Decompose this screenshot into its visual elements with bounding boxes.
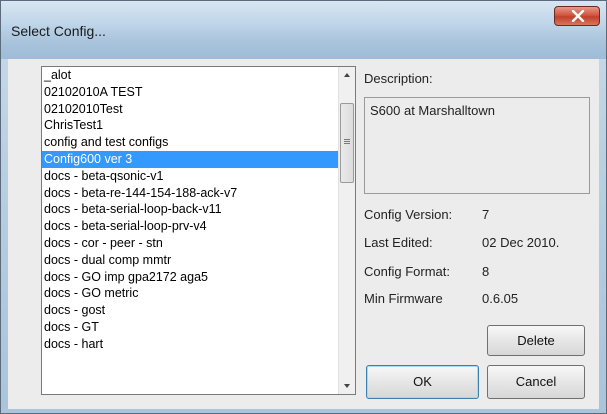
list-item[interactable]: docs - gost xyxy=(42,302,338,319)
delete-button[interactable]: Delete xyxy=(487,325,585,356)
ok-button[interactable]: OK xyxy=(366,365,479,399)
scroll-thumb[interactable] xyxy=(340,103,354,183)
list-item[interactable]: docs - dual comp mmtr xyxy=(42,252,338,269)
list-item[interactable]: docs - GO metric xyxy=(42,285,338,302)
vertical-scrollbar[interactable] xyxy=(338,67,355,394)
description-value: S600 at Marshalltown xyxy=(370,103,496,118)
list-item[interactable]: ChrisTest1 xyxy=(42,117,338,134)
min-firmware-label: Min Firmware xyxy=(364,291,443,306)
description-field: S600 at Marshalltown xyxy=(364,97,590,194)
description-label: Description: xyxy=(364,71,433,86)
select-config-dialog: Select Config... _alot 02102010A TEST 0210… xyxy=(0,0,607,414)
last-edited-label: Last Edited: xyxy=(364,235,433,250)
last-edited-value: 02 Dec 2010. xyxy=(482,235,560,250)
config-format-label: Config Format: xyxy=(364,264,450,279)
list-item[interactable]: docs - hart xyxy=(42,336,338,353)
list-item[interactable]: docs - beta-qsonic-v1 xyxy=(42,168,338,185)
scroll-down-arrow[interactable] xyxy=(339,377,355,394)
min-firmware-value: 0.6.05 xyxy=(482,291,519,306)
list-item[interactable]: docs - GO imp gpa2172 aga5 xyxy=(42,269,338,286)
list-item[interactable]: Config600 ver 3 xyxy=(42,150,338,168)
list-item[interactable]: 02102010A TEST xyxy=(42,84,338,101)
list-item[interactable]: docs - beta-re-144-154-188-ack-v7 xyxy=(42,185,338,202)
config-list: _alot 02102010A TEST 02102010Test ChrisTest… xyxy=(42,67,338,353)
scroll-up-arrow[interactable] xyxy=(339,67,355,84)
close-button[interactable] xyxy=(554,6,600,26)
list-item[interactable]: 02102010Test xyxy=(42,101,338,118)
close-icon xyxy=(571,10,585,22)
list-item[interactable]: docs - cor - peer - stn xyxy=(42,235,338,252)
grip-icon xyxy=(344,139,350,140)
dialog-client-area: _alot 02102010A TEST 02102010Test ChrisTest… xyxy=(8,59,599,409)
config-listbox[interactable]: _alot 02102010A TEST 02102010Test ChrisTest… xyxy=(41,66,356,395)
list-item[interactable]: docs - GT xyxy=(42,319,338,336)
list-item[interactable]: docs - beta-serial-loop-back-v11 xyxy=(42,201,338,218)
cancel-button[interactable]: Cancel xyxy=(487,365,585,399)
window-title: Select Config... xyxy=(11,23,106,39)
list-item[interactable]: docs - beta-serial-loop-prv-v4 xyxy=(42,218,338,235)
config-format-value: 8 xyxy=(482,264,490,279)
arrow-up-icon xyxy=(344,73,350,77)
title-bar[interactable]: Select Config... xyxy=(1,1,606,59)
list-item[interactable]: _alot xyxy=(42,67,338,84)
arrow-down-icon xyxy=(344,384,350,388)
list-item[interactable]: config and test configs xyxy=(42,134,338,151)
config-version-label: Config Version: xyxy=(364,207,453,222)
config-version-value: 7 xyxy=(482,207,490,222)
